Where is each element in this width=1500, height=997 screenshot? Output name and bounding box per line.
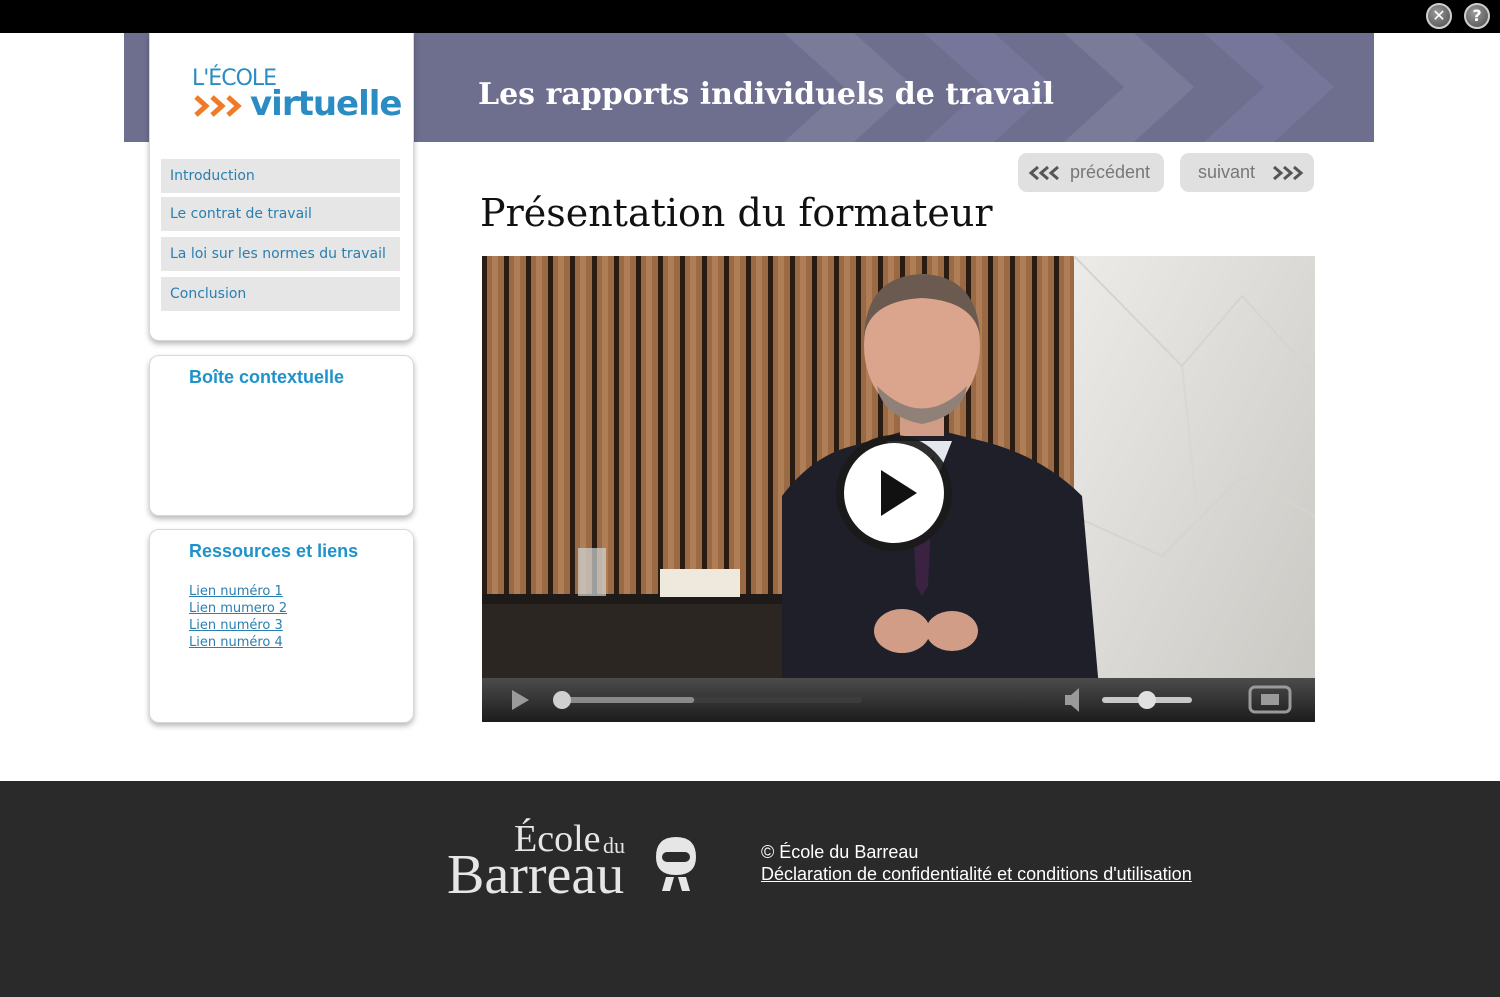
fullscreen-icon-inner	[1261, 694, 1279, 705]
double-chevron-left-icon	[1028, 165, 1059, 181]
page-title: Présentation du formateur	[480, 191, 993, 235]
sidebar-item-contrat[interactable]: Le contrat de travail	[161, 197, 400, 231]
sidebar-item-normes[interactable]: La loi sur les normes du travail	[161, 237, 400, 271]
privacy-policy-link[interactable]: Déclaration de confidentialité et condit…	[761, 864, 1192, 885]
footer-logo-barreau: Barreau	[447, 844, 625, 906]
volume-thumb[interactable]	[1138, 691, 1156, 709]
resources-panel: Ressources et liens Lien numéro 1 Lien m…	[149, 529, 414, 723]
close-icon[interactable]: ✕	[1426, 3, 1452, 29]
play-overlay-icon[interactable]	[833, 432, 955, 554]
video-controls	[482, 678, 1315, 722]
logo-arrows-icon	[194, 95, 242, 117]
seek-buffered	[557, 697, 695, 703]
resource-link[interactable]: Lien mumero 2	[189, 600, 287, 617]
help-icon[interactable]: ?	[1464, 3, 1490, 29]
sidebar-nav-panel: L'ÉCOLE virtuelle Introduction Le contra…	[149, 33, 414, 341]
volume-icon[interactable]	[1065, 688, 1079, 712]
context-box-title: Boîte contextuelle	[189, 367, 345, 387]
context-box-panel: Boîte contextuelle	[149, 355, 414, 516]
next-label: suivant	[1198, 162, 1256, 182]
resources-links: Lien numéro 1 Lien mumero 2 Lien numéro …	[189, 583, 287, 651]
course-title: Les rapports individuels de travail	[478, 77, 1055, 112]
ecole-virtuelle-logo: L'ÉCOLE virtuelle	[190, 66, 402, 128]
next-button[interactable]: suivant	[1180, 153, 1314, 192]
previous-label: précédent	[1070, 162, 1151, 182]
seek-thumb[interactable]	[553, 691, 571, 709]
sidebar-item-introduction[interactable]: Introduction	[161, 159, 400, 193]
video-controls-bar	[512, 685, 1292, 714]
barreau-seal-icon	[656, 837, 696, 891]
previous-button[interactable]: précédent	[1018, 153, 1164, 192]
logo-bottom-text: virtuelle	[250, 84, 402, 124]
double-chevron-right-icon	[1273, 165, 1304, 181]
footer-copyright: © École du Barreau	[761, 842, 919, 862]
resources-title: Ressources et liens	[189, 541, 359, 561]
resource-link[interactable]: Lien numéro 3	[189, 617, 287, 634]
video-player[interactable]	[482, 256, 1315, 722]
resource-link[interactable]: Lien numéro 1	[189, 583, 287, 600]
resource-link[interactable]: Lien numéro 4	[189, 634, 287, 651]
footer: École du Barreau © École du Barreau Décl…	[0, 781, 1500, 997]
window-top-bar: ✕ ?	[0, 0, 1500, 33]
sidebar-item-conclusion[interactable]: Conclusion	[161, 277, 400, 311]
play-icon[interactable]	[512, 690, 529, 710]
